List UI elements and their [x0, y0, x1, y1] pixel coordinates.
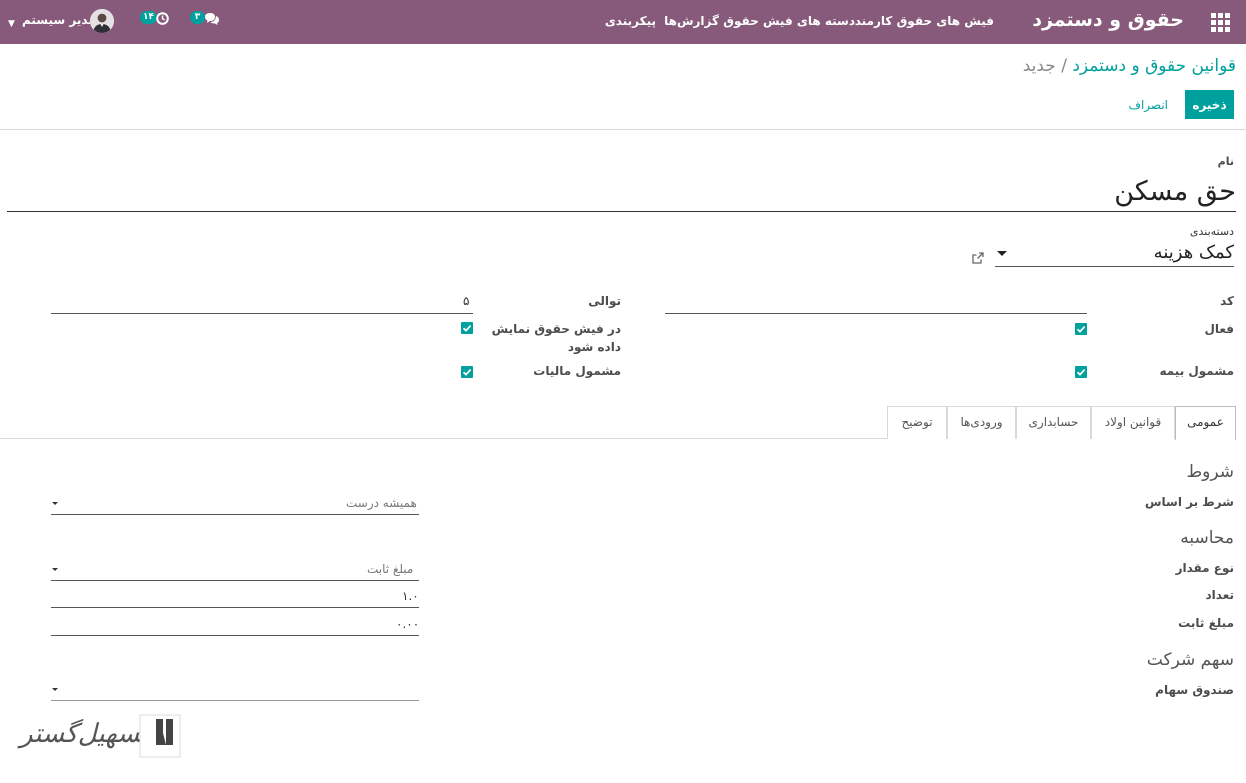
app-title[interactable]: حقوق و دستمزد	[1032, 9, 1184, 31]
breadcrumb-separator: /	[1061, 56, 1067, 76]
sequence-label: توالی	[588, 294, 621, 308]
top-navbar: حقوق و دستمزد فیش های حقوق کارمند دسته ه…	[0, 0, 1246, 44]
name-input[interactable]	[7, 172, 1236, 212]
code-label: کد	[1220, 294, 1234, 308]
quantity-value: ۱.۰	[402, 589, 419, 603]
tab-child-rules[interactable]: قوانین اولاد	[1091, 406, 1175, 439]
category-select[interactable]	[995, 266, 1234, 267]
tax-label: مشمول مالیات	[533, 364, 621, 378]
save-button[interactable]: ذخیره	[1185, 90, 1234, 119]
appears-on-payslip-label-line2: داده شود	[567, 340, 621, 354]
user-name: مدیر سیستم	[22, 13, 96, 27]
chat-icon	[205, 13, 219, 25]
sequence-input[interactable]	[51, 313, 473, 314]
messages-button[interactable]: ۳	[190, 11, 222, 32]
activities-badge: ۱۴	[140, 11, 157, 24]
checkbox-checked-icon	[462, 325, 472, 332]
caret-down-icon	[52, 568, 58, 571]
tax-checkbox[interactable]	[461, 366, 473, 378]
fixed-amount-input[interactable]	[51, 635, 419, 636]
breadcrumb-parent[interactable]: قوانین حقوق و دستمزد	[1072, 56, 1236, 76]
tab-inputs[interactable]: ورودی‌ها	[947, 406, 1016, 439]
caret-down-icon	[52, 502, 58, 505]
caret-down-icon: ▼	[8, 19, 15, 29]
checkbox-checked-icon	[462, 369, 472, 376]
quantity-label: تعداد	[1205, 588, 1234, 602]
amount-type-label: نوع مقدار	[1175, 561, 1234, 575]
active-checkbox[interactable]	[1075, 323, 1087, 335]
fixed-amount-label: مبلغ ثابت	[1178, 616, 1234, 630]
name-label: نام	[1217, 155, 1234, 168]
category-label: دسته‌بندی	[1189, 225, 1234, 238]
external-link-icon[interactable]	[971, 250, 985, 264]
appears-on-payslip-label-line1: در فیش حقوق نمایش	[491, 322, 621, 336]
tab-accounting[interactable]: حسابداری	[1016, 406, 1091, 439]
code-input[interactable]	[665, 313, 1087, 314]
user-avatar	[90, 9, 114, 33]
discard-button[interactable]: انصراف	[1121, 90, 1176, 119]
watermark-text: تسهیل‌گستر	[20, 719, 148, 749]
breadcrumb-current: جدید	[1022, 56, 1056, 76]
insurance-checkbox[interactable]	[1075, 366, 1087, 378]
messages-badge: ۳	[190, 11, 205, 24]
insurance-label: مشمول بیمه	[1159, 364, 1234, 378]
quantity-input[interactable]	[51, 607, 419, 608]
contribution-fund-label: صندوق سهام	[1155, 683, 1234, 697]
appears-on-payslip-checkbox[interactable]	[461, 322, 473, 334]
menu-payslip-batches[interactable]: دسته های فیش حقوق	[723, 14, 855, 28]
amount-type-select[interactable]	[51, 580, 419, 581]
tab-description[interactable]: توضیح	[887, 406, 947, 439]
category-value[interactable]: کمک هزینه	[1154, 242, 1234, 263]
condition-based-on-select[interactable]	[51, 514, 419, 515]
menu-configuration[interactable]: پیکربندی	[605, 14, 656, 28]
checkbox-checked-icon	[1076, 369, 1086, 376]
computation-title: محاسبه	[1180, 528, 1234, 548]
company-contribution-title: سهم شرکت	[1146, 650, 1234, 670]
caret-down-icon	[52, 688, 58, 691]
menu-employee-payslips[interactable]: فیش های حقوق کارمند	[855, 14, 994, 28]
apps-grid-icon[interactable]	[1210, 12, 1230, 32]
condition-based-on-label: شرط بر اساس	[1144, 495, 1234, 509]
watermark-logo: تسهیل‌گستر	[20, 713, 181, 763]
conditions-title: شروط	[1186, 462, 1234, 482]
condition-based-on-value: همیشه درست	[346, 496, 417, 510]
checkbox-checked-icon	[1076, 326, 1086, 333]
fixed-amount-value: ۰.۰۰	[396, 617, 420, 631]
tab-general[interactable]: عمومی	[1175, 406, 1236, 440]
control-panel-divider	[0, 129, 1246, 130]
activities-button[interactable]: ۱۴	[140, 11, 172, 32]
active-label: فعال	[1204, 322, 1234, 336]
clock-icon	[156, 12, 169, 25]
contribution-fund-select[interactable]	[51, 700, 419, 701]
menu-reports[interactable]: گزارش‌ها	[664, 14, 719, 28]
breadcrumb: قوانین حقوق و دستمزد / جدید	[1023, 56, 1236, 76]
watermark-icon	[139, 714, 181, 758]
amount-type-value: مبلغ ثابت	[367, 562, 414, 576]
sequence-value: ۵	[463, 294, 470, 308]
category-caret-down-icon[interactable]	[997, 251, 1007, 256]
user-menu[interactable]: ▼ مدیر سیستم	[8, 8, 116, 36]
